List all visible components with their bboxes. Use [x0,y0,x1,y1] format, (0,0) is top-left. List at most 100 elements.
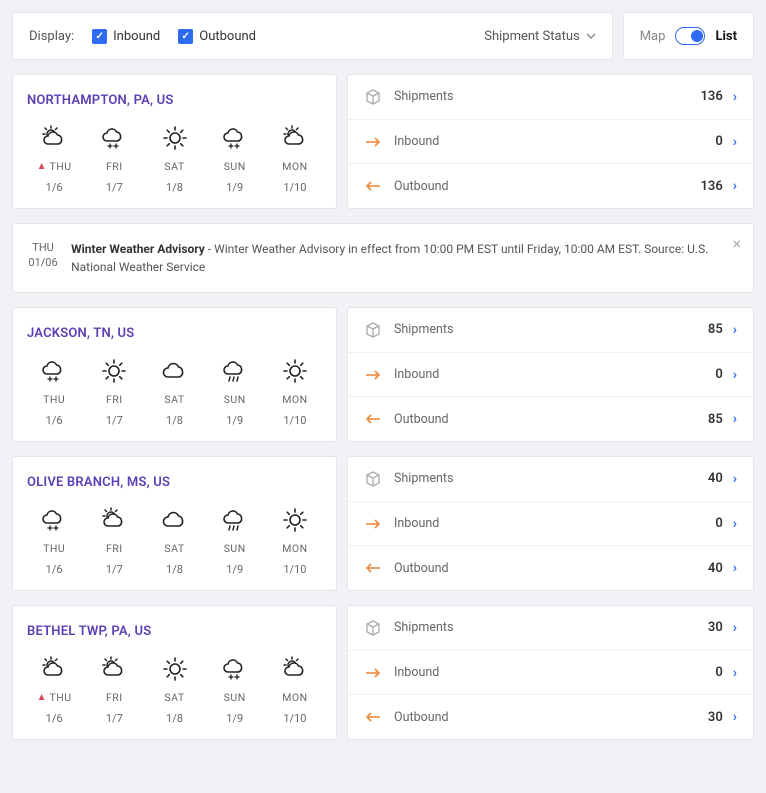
display-label: Display: [29,29,74,44]
shipment-row-label: Shipments [394,620,453,635]
weather-panel: BETHEL TWP, PA, US ▲ THU 1/6 FRI 1/7 SAT… [12,605,337,740]
cloudy-icon [161,357,189,385]
location-title[interactable]: NORTHAMPTON, PA, US [27,93,322,108]
arrow-left-icon [364,562,386,574]
forecast-day: SAT 1/8 [147,653,201,725]
check-icon: ✓ [92,29,107,44]
shipment-row-label: Shipments [394,322,453,337]
advisory-body: Winter Weather Advisory - Winter Weather… [71,240,739,276]
rain-icon [221,357,249,385]
shipment-row-label: Shipments [394,89,453,104]
forecast-dow: SUN [224,393,246,406]
location-title[interactable]: OLIVE BRANCH, MS, US [27,475,322,490]
forecast-day: FRI 1/7 [87,504,141,576]
shipment-row-inbound[interactable]: Inbound 0 › [348,502,753,547]
forecast-date: 1/6 [27,712,81,725]
shipments-panel: Shipments 136 › Inbound 0 › Outbound 136… [347,74,754,209]
checkbox-inbound[interactable]: ✓ Inbound [92,29,160,44]
shipment-row-shipments[interactable]: Shipments 136 › [348,75,753,120]
forecast-dow: THU [43,393,65,406]
shipment-row-inbound[interactable]: Inbound 0 › [348,651,753,696]
forecast-dow: SAT [164,542,184,555]
forecast-date: 1/10 [268,712,322,725]
view-list-label[interactable]: List [715,29,737,44]
sunny-icon [161,655,189,683]
view-toggle[interactable] [675,27,705,45]
shipment-row-shipments[interactable]: Shipments 40 › [348,457,753,502]
location-block: BETHEL TWP, PA, US ▲ THU 1/6 FRI 1/7 SAT… [12,605,754,740]
forecast-row: ▲ THU 1/6 FRI 1/7 SAT 1/8 SUN 1/ [27,653,322,725]
forecast-row: ▲ THU 1/6 FRI 1/7 SAT 1/8 SUN 1/ [27,122,322,194]
close-icon[interactable]: × [732,234,741,253]
shipment-row-inbound[interactable]: Inbound 0 › [348,353,753,398]
forecast-dow: MON [282,691,307,704]
arrow-right-icon [364,667,386,679]
shipment-row-shipments[interactable]: Shipments 85 › [348,308,753,353]
snow-icon [40,506,68,534]
snow-icon [100,124,128,152]
shipment-row-value: 136 [700,179,722,194]
checkbox-outbound[interactable]: ✓ Outbound [178,29,256,44]
shipment-row-label: Outbound [394,179,449,194]
shipments-panel: Shipments 30 › Inbound 0 › Outbound 30 › [347,605,754,740]
location-title[interactable]: BETHEL TWP, PA, US [27,624,322,639]
chevron-right-icon: › [733,709,737,725]
shipment-status-label: Shipment Status [484,29,579,44]
shipment-status-dropdown[interactable]: Shipment Status [484,29,595,44]
shipment-row-outbound[interactable]: Outbound 30 › [348,695,753,739]
shipment-row-label: Outbound [394,412,449,427]
forecast-day: FRI 1/7 [87,355,141,427]
sunny-icon [281,506,309,534]
forecast-day: FRI 1/7 [87,122,141,194]
forecast-row: THU 1/6 FRI 1/7 SAT 1/8 SUN 1/9 [27,355,322,427]
shipment-row-outbound[interactable]: Outbound 40 › [348,546,753,590]
box-icon [364,321,386,339]
forecast-dow: SAT [164,160,184,173]
weather-panel: NORTHAMPTON, PA, US ▲ THU 1/6 FRI 1/7 SA… [12,74,337,209]
location-title[interactable]: JACKSON, TN, US [27,326,322,341]
forecast-date: 1/6 [27,414,81,427]
forecast-date: 1/9 [208,563,262,576]
forecast-day: THU 1/6 [27,355,81,427]
forecast-dow: SAT [164,691,184,704]
forecast-row: THU 1/6 FRI 1/7 SAT 1/8 SUN 1/9 [27,504,322,576]
rain-icon [221,506,249,534]
chevron-down-icon [586,31,596,41]
chevron-right-icon: › [733,178,737,194]
forecast-dow: FRI [106,393,123,406]
shipment-row-label: Inbound [394,516,439,531]
partly-sunny-icon [40,655,68,683]
cloudy-icon [161,506,189,534]
forecast-day: MON 1/10 [268,653,322,725]
advisory-panel: × THU 01/06 Winter Weather Advisory - Wi… [12,223,754,293]
arrow-right-icon [364,369,386,381]
location-block: NORTHAMPTON, PA, US ▲ THU 1/6 FRI 1/7 SA… [12,74,754,209]
shipment-row-outbound[interactable]: Outbound 85 › [348,397,753,441]
shipment-row-value: 40 [708,561,723,576]
chevron-right-icon: › [733,134,737,150]
shipments-panel: Shipments 40 › Inbound 0 › Outbound 40 › [347,456,754,591]
shipment-row-label: Shipments [394,471,453,486]
snow-icon [221,655,249,683]
view-map-label[interactable]: Map [640,29,666,44]
shipment-row-value: 40 [708,471,723,486]
forecast-dow: MON [282,542,307,555]
chevron-right-icon: › [733,516,737,532]
shipment-row-label: Outbound [394,561,449,576]
shipment-row-inbound[interactable]: Inbound 0 › [348,120,753,165]
shipment-row-outbound[interactable]: Outbound 136 › [348,164,753,208]
forecast-date: 1/6 [27,563,81,576]
forecast-day: SUN 1/9 [208,122,262,194]
forecast-dow: SAT [164,393,184,406]
toggle-knob [691,30,703,42]
forecast-day: SUN 1/9 [208,355,262,427]
sunny-icon [161,124,189,152]
forecast-dow: THU [50,160,72,173]
shipment-row-label: Inbound [394,665,439,680]
forecast-day: MON 1/10 [268,504,322,576]
weather-panel: OLIVE BRANCH, MS, US THU 1/6 FRI 1/7 SAT… [12,456,337,591]
box-icon [364,470,386,488]
forecast-dow: FRI [106,160,123,173]
shipment-row-shipments[interactable]: Shipments 30 › [348,606,753,651]
chevron-right-icon: › [733,471,737,487]
